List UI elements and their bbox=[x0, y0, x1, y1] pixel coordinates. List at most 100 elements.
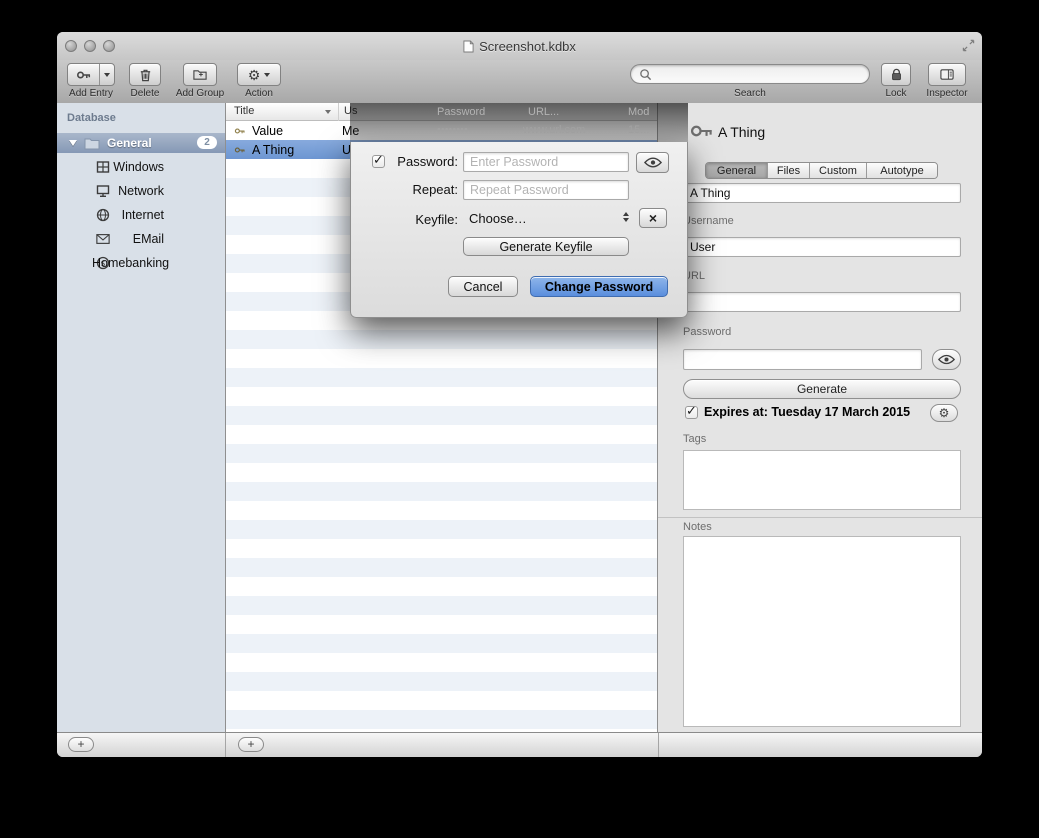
sidebar-section-header: Database bbox=[67, 112, 116, 124]
dimmed-column-url: URL... bbox=[528, 106, 559, 118]
sidebar-group-general[interactable]: General 2 bbox=[57, 133, 225, 153]
search-field[interactable] bbox=[630, 64, 870, 84]
add-group-plus-button[interactable]: + bbox=[68, 737, 94, 752]
add-entry-button[interactable] bbox=[67, 63, 115, 86]
title-bar: Screenshot.kdbx bbox=[57, 32, 982, 61]
folder-icon bbox=[84, 136, 100, 150]
cancel-button[interactable]: Cancel bbox=[448, 276, 518, 297]
dimmed-column-modified: Mod bbox=[628, 106, 649, 118]
generate-password-button[interactable]: Generate bbox=[683, 379, 961, 399]
folder-icon bbox=[192, 67, 208, 82]
column-header-title[interactable]: Title bbox=[234, 105, 254, 117]
notes-field[interactable] bbox=[683, 536, 961, 727]
repeat-password-input[interactable] bbox=[463, 180, 629, 200]
inspector-label: Inspector bbox=[917, 88, 977, 99]
inspector-panel-icon bbox=[939, 67, 955, 82]
password-checkbox[interactable] bbox=[372, 155, 385, 168]
window-title-area: Screenshot.kdbx bbox=[57, 32, 982, 60]
search-input[interactable] bbox=[656, 66, 861, 82]
password-field[interactable] bbox=[683, 349, 922, 370]
sidebar-group-label: General bbox=[107, 136, 152, 150]
app-window: Screenshot.kdbx Add Entry bbox=[57, 32, 982, 757]
key-icon bbox=[689, 118, 715, 144]
toolbar: Add Entry Delete Add Group ⚙ Action bbox=[57, 60, 982, 104]
add-group-button[interactable] bbox=[183, 63, 217, 86]
eye-icon bbox=[644, 157, 662, 168]
expires-label: Expires at: Tuesday 17 March 2015 bbox=[704, 405, 910, 419]
sheet-body: Password: Repeat: Keyfile: Choose… bbox=[350, 142, 688, 318]
fullscreen-icon[interactable] bbox=[962, 39, 975, 52]
chevron-down-icon bbox=[104, 73, 110, 77]
sidebar-item-internet[interactable]: Internet bbox=[57, 205, 225, 225]
tags-label: Tags bbox=[683, 433, 706, 445]
sheet-repeat-label: Repeat: bbox=[386, 182, 458, 197]
lock-button[interactable] bbox=[881, 63, 911, 86]
inspector-entry-title: A Thing bbox=[718, 124, 765, 140]
cancel-button-label: Cancel bbox=[464, 280, 503, 294]
key-icon bbox=[234, 125, 246, 137]
change-password-label: Change Password bbox=[545, 280, 653, 294]
url-field[interactable] bbox=[683, 292, 961, 312]
show-password-button[interactable] bbox=[636, 152, 669, 173]
popup-stepper-icon[interactable] bbox=[623, 212, 629, 222]
inspector-panel: A Thing General Files Custom Autotype Us… bbox=[658, 103, 982, 732]
delete-button[interactable] bbox=[129, 63, 161, 86]
section-divider bbox=[658, 517, 982, 518]
expires-checkbox[interactable] bbox=[685, 406, 698, 419]
tags-field[interactable] bbox=[683, 450, 961, 510]
new-password-input[interactable] bbox=[463, 152, 629, 172]
dimmed-cell-modified: 15... bbox=[628, 124, 649, 136]
inspector-button[interactable] bbox=[928, 63, 966, 86]
username-field[interactable] bbox=[683, 237, 961, 257]
sidebar-item-label: EMail bbox=[92, 232, 164, 246]
pane-divider bbox=[225, 733, 226, 757]
sidebar-item-network[interactable]: Network bbox=[57, 181, 225, 201]
search-icon bbox=[639, 68, 652, 81]
disclosure-triangle-icon[interactable] bbox=[69, 140, 77, 146]
eye-icon bbox=[938, 354, 955, 365]
clear-keyfile-button[interactable]: × bbox=[639, 208, 667, 228]
sidebar-item-homebanking[interactable]: $ Homebanking bbox=[57, 253, 225, 273]
add-group-label: Add Group bbox=[170, 88, 230, 99]
dimmed-cell-password: •••••••• bbox=[437, 124, 468, 136]
sidebar-item-label: Windows bbox=[92, 160, 164, 174]
keyfile-popup-button[interactable]: Choose… bbox=[469, 208, 629, 228]
dimmed-cell-url: www.url.com bbox=[523, 124, 585, 136]
bottom-bar: + + bbox=[57, 732, 982, 757]
entry-title: A Thing bbox=[252, 143, 294, 157]
show-password-button[interactable] bbox=[932, 349, 961, 370]
expires-row: Expires at: Tuesday 17 March 2015 bbox=[685, 405, 910, 419]
key-icon bbox=[234, 144, 246, 156]
tab-autotype[interactable]: Autotype bbox=[867, 163, 937, 178]
action-label: Action bbox=[229, 88, 289, 99]
tab-custom[interactable]: Custom bbox=[810, 163, 867, 178]
title-field[interactable] bbox=[683, 183, 961, 203]
tab-files[interactable]: Files bbox=[768, 163, 810, 178]
generate-button-label: Generate bbox=[797, 382, 847, 396]
notes-label: Notes bbox=[683, 521, 712, 533]
add-entry-plus-button[interactable]: + bbox=[238, 737, 264, 752]
sidebar-item-label: Internet bbox=[92, 208, 164, 222]
desktop: Screenshot.kdbx Add Entry bbox=[0, 0, 1039, 838]
sheet-shadow-strip: Password URL... Mod •••••••• www.url.com… bbox=[350, 103, 688, 142]
pane-divider bbox=[658, 733, 659, 757]
entry-count-badge: 2 bbox=[197, 136, 217, 149]
column-divider[interactable] bbox=[338, 103, 339, 121]
dimmed-column-password: Password bbox=[437, 106, 485, 118]
sidebar: Database General 2 Windows bbox=[57, 103, 225, 732]
sheet-keyfile-label: Keyfile: bbox=[386, 212, 458, 227]
sidebar-item-windows[interactable]: Windows bbox=[57, 157, 225, 177]
tab-general[interactable]: General bbox=[706, 163, 768, 178]
add-entry-label: Add Entry bbox=[61, 88, 121, 99]
generate-keyfile-button[interactable]: Generate Keyfile bbox=[463, 237, 629, 256]
add-entry-dropdown[interactable] bbox=[99, 64, 114, 85]
sidebar-item-label: Homebanking bbox=[92, 256, 164, 270]
sidebar-item-email[interactable]: EMail bbox=[57, 229, 225, 249]
sheet-password-label: Password: bbox=[386, 154, 458, 169]
lock-icon bbox=[889, 67, 904, 82]
change-password-button[interactable]: Change Password bbox=[530, 276, 668, 297]
delete-label: Delete bbox=[115, 88, 175, 99]
action-button[interactable]: ⚙ bbox=[237, 63, 281, 86]
expires-settings-button[interactable]: ⚙ bbox=[930, 404, 958, 422]
entry-title: Value bbox=[252, 124, 283, 138]
